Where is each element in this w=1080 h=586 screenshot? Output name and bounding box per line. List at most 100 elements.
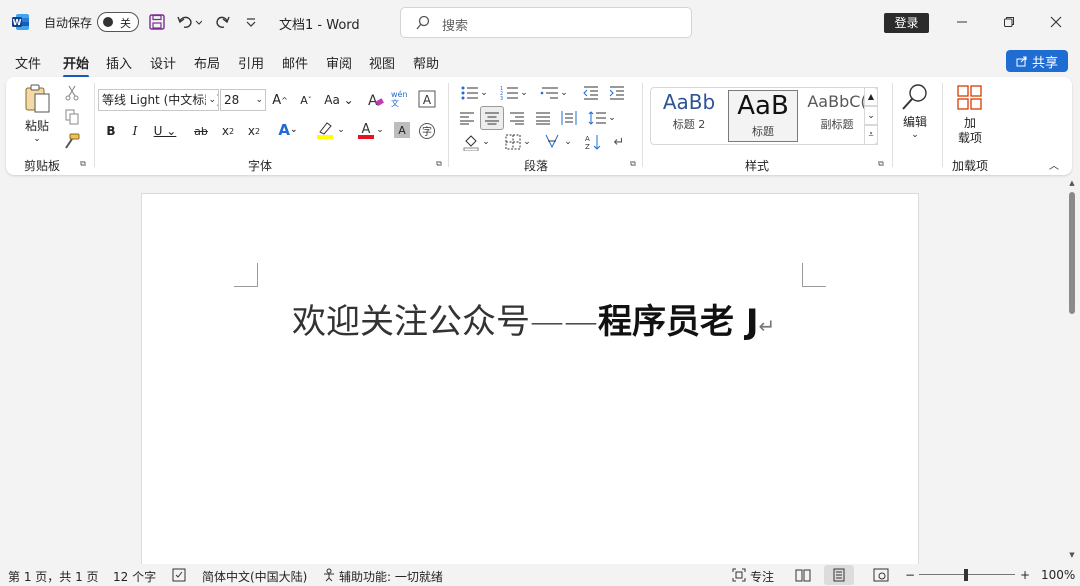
align-left-icon[interactable] — [456, 107, 478, 129]
scrollbar-thumb[interactable] — [1069, 192, 1075, 314]
font-size-combo[interactable]: 28 ⌄ — [220, 89, 266, 111]
accessibility-icon[interactable] — [322, 568, 336, 585]
format-painter-icon[interactable] — [62, 131, 82, 151]
read-mode-icon[interactable] — [795, 568, 811, 585]
character-shading-icon[interactable]: A — [394, 122, 410, 138]
tab-design[interactable]: 设计 — [150, 53, 176, 72]
underline-icon[interactable]: U ⌄ — [150, 121, 180, 141]
zoom-level[interactable]: 100% — [1041, 568, 1075, 582]
distributed-icon[interactable] — [558, 107, 580, 129]
document-headline[interactable]: 欢迎关注公众号——程序员老 J↵ — [292, 294, 775, 343]
web-layout-icon[interactable] — [873, 568, 889, 585]
zoom-out-icon[interactable]: − — [905, 568, 915, 582]
cut-icon[interactable] — [62, 83, 82, 103]
chinese-layout-icon[interactable]: ⌄ — [540, 131, 576, 153]
collapse-ribbon-icon[interactable]: ︿ — [1046, 157, 1062, 172]
tab-file[interactable]: 文件 — [15, 53, 41, 72]
font-name-combo[interactable]: 等线 Light (中文标题) ⌄ — [98, 89, 219, 111]
accessibility-status[interactable]: 辅助功能: 一切就绪 — [339, 568, 443, 585]
page-count[interactable]: 第 1 页，共 1 页 — [8, 568, 99, 585]
redo-icon[interactable] — [213, 12, 233, 32]
tab-references[interactable]: 引用 — [238, 53, 264, 72]
sort-icon[interactable]: AZ — [582, 131, 604, 153]
focus-label[interactable]: 专注 — [750, 568, 774, 585]
align-center-icon[interactable] — [480, 106, 504, 130]
change-case-icon[interactable]: Aa ⌄ — [322, 89, 356, 111]
tab-layout[interactable]: 布局 — [194, 53, 220, 72]
save-icon[interactable] — [147, 12, 167, 32]
editing-search-icon[interactable] — [898, 81, 932, 113]
highlight-color-icon[interactable]: ⌄ — [312, 119, 348, 141]
strikethrough-icon[interactable]: ab — [192, 121, 210, 141]
vertical-scrollbar[interactable]: ▲ ▼ — [1064, 178, 1080, 564]
tab-insert[interactable]: 插入 — [106, 53, 132, 72]
styles-scroll-up-icon[interactable]: ▲ — [864, 87, 878, 106]
zoom-slider-thumb[interactable] — [964, 569, 968, 581]
focus-icon[interactable] — [732, 568, 746, 585]
bold-icon[interactable]: B — [102, 121, 120, 141]
addins-label-line1[interactable]: 加 — [954, 115, 986, 130]
login-button[interactable]: 登录 — [884, 13, 929, 33]
proofing-icon[interactable] — [172, 568, 186, 585]
borders-icon[interactable]: ⌄ — [500, 131, 536, 153]
addins-icon[interactable] — [954, 83, 986, 113]
print-layout-icon[interactable] — [824, 565, 854, 585]
multilevel-list-icon[interactable]: ⌄ — [536, 83, 572, 103]
style-subtitle[interactable]: AaBbC( 副标题 — [802, 90, 872, 142]
line-spacing-icon[interactable]: ⌄ — [584, 107, 620, 129]
word-count[interactable]: 12 个字 — [113, 568, 156, 585]
minimize-icon[interactable] — [952, 12, 972, 32]
undo-icon[interactable] — [175, 12, 203, 32]
superscript-icon[interactable]: x2 — [244, 121, 264, 141]
styles-launcher-icon[interactable]: ⧉ — [876, 159, 886, 169]
character-border-icon[interactable]: A — [417, 89, 437, 109]
tab-review[interactable]: 审阅 — [326, 53, 352, 72]
phonetic-guide-icon[interactable]: wén 文 — [391, 87, 413, 111]
font-launcher-icon[interactable]: ⧉ — [434, 159, 444, 169]
tab-view[interactable]: 视图 — [369, 53, 395, 72]
increase-indent-icon[interactable] — [606, 83, 628, 103]
numbering-icon[interactable]: 1 2 3 ⌄ — [496, 83, 532, 103]
copy-icon[interactable] — [62, 107, 82, 127]
show-marks-icon[interactable]: ↵ — [608, 131, 630, 153]
editing-label[interactable]: 编辑 — [896, 113, 934, 129]
tab-home[interactable]: 开始 — [63, 53, 90, 78]
editing-dropdown-icon[interactable]: ⌄ — [909, 129, 921, 141]
restore-icon[interactable] — [999, 12, 1019, 32]
font-color-icon[interactable]: A ⌄ — [352, 119, 388, 141]
subscript-icon[interactable]: x2 — [218, 121, 238, 141]
language-status[interactable]: 简体中文(中国大陆) — [202, 568, 307, 585]
paste-label[interactable]: 粘贴 — [20, 117, 54, 133]
tab-mailings[interactable]: 邮件 — [282, 53, 308, 72]
shading-icon[interactable]: ⌄ — [456, 131, 496, 153]
shrink-font-icon[interactable]: Aˇ — [296, 89, 316, 111]
align-right-icon[interactable] — [506, 107, 528, 129]
customize-qat-icon[interactable] — [241, 12, 261, 32]
styles-scroll-down-icon[interactable]: ⌄ — [864, 106, 878, 125]
share-button[interactable]: 共享 — [1006, 50, 1068, 72]
document-page[interactable]: 欢迎关注公众号——程序员老 J↵ — [141, 193, 919, 573]
enclose-characters-icon[interactable]: 字 — [417, 121, 437, 141]
italic-icon[interactable]: I — [126, 121, 144, 141]
clipboard-launcher-icon[interactable]: ⧉ — [78, 159, 88, 169]
justify-icon[interactable] — [532, 107, 554, 129]
clear-formatting-icon[interactable]: A — [364, 89, 386, 111]
zoom-in-icon[interactable]: + — [1020, 568, 1030, 582]
paste-icon[interactable] — [20, 83, 54, 115]
paste-dropdown-icon[interactable]: ⌄ — [30, 133, 44, 145]
close-icon[interactable] — [1046, 12, 1066, 32]
decrease-indent-icon[interactable] — [580, 83, 602, 103]
tab-help[interactable]: 帮助 — [413, 53, 439, 72]
search-box[interactable]: 搜索 — [400, 7, 692, 38]
grow-font-icon[interactable]: A ^ — [270, 89, 290, 111]
text-effects-icon[interactable]: A ⌄ — [272, 119, 304, 141]
styles-more-icon[interactable]: ⩡ — [864, 125, 878, 145]
scroll-down-icon[interactable]: ▼ — [1067, 550, 1077, 560]
style-heading-2[interactable]: AaBb 标题 2 — [654, 90, 724, 142]
scroll-up-icon[interactable]: ▲ — [1067, 178, 1077, 188]
addins-label-line2[interactable]: 载项 — [950, 129, 990, 145]
paragraph-launcher-icon[interactable]: ⧉ — [628, 159, 638, 169]
autosave-toggle[interactable]: 关 — [97, 12, 139, 32]
style-title[interactable]: AaB 标题 — [728, 90, 798, 142]
bullets-icon[interactable]: ⌄ — [456, 83, 492, 103]
